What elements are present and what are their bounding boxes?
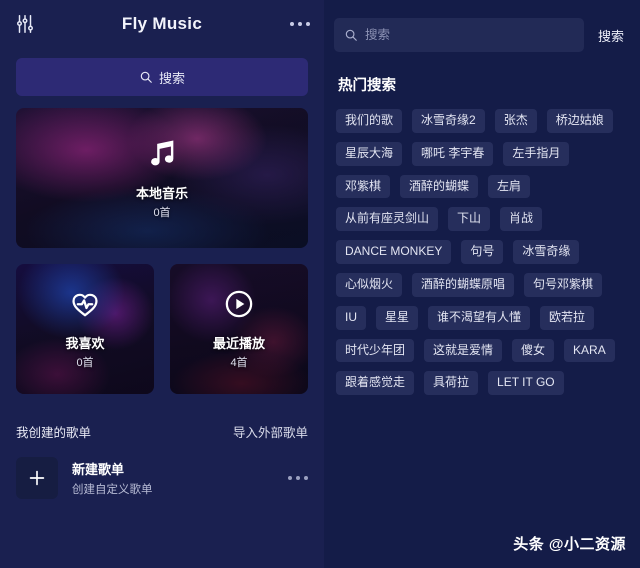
new-playlist-subtitle: 创建自定义歌单 [72,484,153,496]
music-note-icon [145,136,179,175]
new-playlist-text: 新建歌单 创建自定义歌单 [72,459,153,497]
app-title: Fly Music [121,14,203,33]
dot [298,22,302,26]
hot-search-tag[interactable]: 桥边姑娘 [546,109,613,133]
hot-search-tag[interactable]: 下山 [448,207,491,232]
heart-pulse-icon [69,288,101,325]
new-playlist-more-button[interactable] [288,476,308,480]
card-local-music-overlay: 本地音乐 0首 [16,108,308,248]
left-panel: Fly Music 搜索 本地音乐 0首 我喜欢 0首 最近播放 4首 我创建的… [0,0,324,568]
left-search-label: 搜索 [158,70,185,86]
hot-search-tag[interactable]: LET IT GO [488,371,564,396]
hot-search-tag[interactable]: 句号 [461,240,504,264]
card-recent-count: 4首 [230,357,248,369]
hot-search-tag-list: 我们的歌 冰雪奇缘2 张杰 桥边姑娘 星辰大海 哪吒 李宇春 左手指月 邓紫棋 … [334,109,628,396]
hot-searches-title: 热门搜索 [338,78,396,94]
card-recent-title: 最近播放 [212,336,265,351]
hot-search-tag[interactable]: 左肩 [488,174,531,199]
title-bar: Fly Music [0,0,324,48]
play-circle-icon [223,288,255,325]
dot [288,476,292,480]
search-icon [344,28,358,42]
hot-search-tag[interactable]: 时代少年团 [336,338,415,363]
new-playlist-row[interactable]: 新建歌单 创建自定义歌单 [0,457,324,499]
my-playlists-label: 我创建的歌单 [16,426,92,440]
search-row: 搜索 [334,18,628,52]
hot-search-tag[interactable]: 酒醉的蝴蝶 [400,174,479,199]
card-row: 我喜欢 0首 最近播放 4首 [16,264,308,394]
hot-search-tag[interactable]: 肖战 [500,207,543,232]
hot-search-tag[interactable]: KARA [564,338,615,363]
hot-search-tag[interactable]: 欧若拉 [540,305,595,330]
quick-cards: 本地音乐 0首 我喜欢 0首 最近播放 4首 [0,96,324,394]
hot-search-tag[interactable]: 左手指月 [503,141,570,166]
hot-search-tag[interactable]: 哪吒 李宇春 [412,141,494,166]
card-liked-count: 0首 [76,357,94,369]
hot-search-tag[interactable]: 从前有座灵剑山 [336,207,439,232]
card-liked-overlay: 我喜欢 0首 [16,264,154,394]
hot-search-tag[interactable]: 句号邓紫棋 [524,272,603,297]
hot-search-tag[interactable]: 跟着感觉走 [336,371,415,396]
watermark: 头条 @小二资源 [513,536,626,553]
card-local-music-count: 0首 [153,207,171,219]
hot-search-tag[interactable]: 这就是爱情 [424,338,503,363]
music-app-window: Fly Music 搜索 本地音乐 0首 我喜欢 0首 最近播放 4首 我创建的… [0,0,640,568]
new-playlist-title: 新建歌单 [72,462,125,477]
hot-search-tag[interactable]: 星辰大海 [336,141,403,166]
card-local-music-title: 本地音乐 [135,186,188,201]
card-liked-title: 我喜欢 [65,336,105,351]
search-button[interactable]: 搜索 [594,26,628,45]
hot-search-tag[interactable]: 傻女 [512,338,555,363]
hot-search-tag[interactable]: 冰雪奇缘 [513,240,580,264]
dot [296,476,300,480]
search-field[interactable] [334,18,584,52]
left-search-button[interactable]: 搜索 [16,58,308,96]
hot-search-tag[interactable]: 具荷拉 [424,371,479,396]
hot-search-tag[interactable]: 谁不渴望有人懂 [428,305,531,330]
card-recent[interactable]: 最近播放 4首 [170,264,308,394]
dot [306,22,310,26]
hot-search-tag[interactable]: IU [336,305,366,330]
dot [304,476,308,480]
hot-search-tag[interactable]: 张杰 [494,109,537,133]
card-liked[interactable]: 我喜欢 0首 [16,264,154,394]
hot-search-tag[interactable]: 心似烟火 [336,272,403,297]
card-local-music[interactable]: 本地音乐 0首 [16,108,308,248]
import-playlist-button[interactable]: 导入外部歌单 [233,422,308,441]
hot-search-tag[interactable]: 酒醉的蝴蝶原唱 [412,272,515,297]
hot-search-tag[interactable]: DANCE MONKEY [336,240,452,264]
plus-icon[interactable] [16,457,58,499]
card-recent-overlay: 最近播放 4首 [170,264,308,394]
hot-search-tag[interactable]: 冰雪奇缘2 [412,109,485,133]
dot [290,22,294,26]
hot-search-tag[interactable]: 我们的歌 [336,109,403,133]
hot-search-tag[interactable]: 邓紫棋 [336,174,391,199]
search-input[interactable] [365,28,574,42]
right-panel: 搜索 热门搜索 我们的歌 冰雪奇缘2 张杰 桥边姑娘 星辰大海 哪吒 李宇春 左… [324,0,640,568]
search-icon [139,70,153,84]
hot-search-tag[interactable]: 星星 [376,305,419,330]
playlist-section-header: 我创建的歌单 导入外部歌单 [0,422,324,441]
equalizer-icon[interactable] [14,13,36,35]
window-more-button[interactable] [290,13,310,35]
